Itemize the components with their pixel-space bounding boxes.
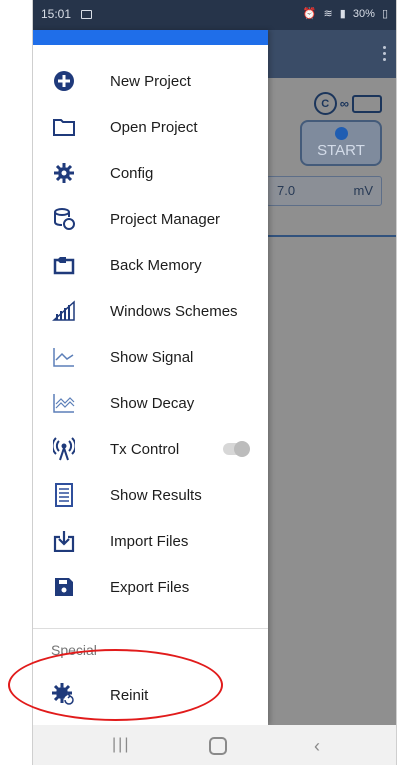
menu-item-back-memory[interactable]: Back Memory — [33, 242, 268, 288]
menu-item-open-project[interactable]: Open Project — [33, 104, 268, 150]
image-notification-icon — [81, 10, 92, 19]
voltage-unit: mV — [353, 183, 374, 198]
status-logos: C ∞ — [313, 92, 382, 115]
menu-divider — [33, 628, 268, 629]
menu-label-project-manager: Project Manager — [110, 210, 221, 228]
status-time: 15:01 — [41, 7, 72, 21]
menu-label-windows-schemes: Windows Schemes — [110, 302, 238, 320]
menu-item-show-decay[interactable]: Show Decay — [33, 380, 268, 426]
start-label: START — [317, 142, 365, 159]
menu-label-show-decay: Show Decay — [110, 394, 195, 412]
menu-item-tx-control[interactable]: Tx Control — [33, 426, 268, 472]
menu-label-import-files: Import Files — [110, 532, 189, 550]
database-icon — [51, 206, 77, 232]
signal-bars-icon — [51, 298, 77, 324]
save-icon — [51, 574, 77, 600]
decay-chart-icon — [51, 390, 77, 416]
menu-label-back-memory: Back Memory — [110, 256, 202, 274]
menu-label-reinit: Reinit — [110, 686, 149, 704]
home-icon[interactable] — [209, 737, 227, 755]
battery-icon: ▯ — [381, 8, 388, 20]
reinit-gear-icon — [51, 682, 77, 708]
menu-label-export-files: Export Files — [110, 578, 190, 596]
system-nav-bar: ||| ‹ — [33, 725, 396, 765]
menu-item-config[interactable]: Config — [33, 150, 268, 196]
recent-apps-icon[interactable]: ||| — [112, 736, 130, 754]
menu-label-config: Config — [110, 164, 154, 182]
play-icon — [334, 127, 348, 140]
copyright-logo-icon: C — [313, 92, 337, 115]
battery-status-icon — [352, 94, 382, 113]
import-icon — [51, 528, 77, 554]
link-icon: ∞ — [339, 96, 349, 111]
content-divider — [268, 235, 396, 237]
toggle-knob — [234, 441, 250, 457]
menu-label-open-project: Open Project — [110, 118, 198, 136]
start-button[interactable]: START — [300, 120, 382, 166]
menu-item-show-results[interactable]: Show Results — [33, 472, 268, 518]
menu-label-new-project: New Project — [110, 72, 191, 90]
back-icon[interactable]: ‹ — [314, 736, 320, 757]
back-memory-icon — [51, 252, 77, 278]
menu-label-show-results: Show Results — [110, 486, 202, 504]
status-right: ⏰ ≋ ▮ 30% ▯ — [299, 7, 388, 20]
menu-item-import-files[interactable]: Import Files — [33, 518, 268, 564]
section-title-special: Special — [51, 642, 97, 658]
battery-percent: 30% — [352, 8, 375, 20]
menu-label-show-signal: Show Signal — [110, 348, 194, 366]
menu-item-show-signal[interactable]: Show Signal — [33, 334, 268, 380]
menu-item-reinit[interactable]: Reinit — [33, 672, 268, 718]
menu-item-export-files[interactable]: Export Files — [33, 564, 268, 610]
voltage-value: 7.0 — [277, 183, 296, 198]
signal-chart-icon — [51, 344, 77, 370]
overflow-menu-icon[interactable] — [383, 46, 386, 64]
plus-circle-icon — [51, 68, 77, 94]
navigation-drawer: New Project Open Project Config Project … — [33, 30, 268, 725]
menu-item-new-project[interactable]: New Project — [33, 58, 268, 104]
voltage-field[interactable]: 7.0 mV — [266, 176, 382, 206]
drawer-header — [33, 30, 268, 45]
wifi-icon: ≋ — [323, 8, 333, 20]
folder-icon — [51, 114, 77, 140]
tx-control-toggle[interactable] — [223, 441, 250, 457]
menu-item-windows-schemes[interactable]: Windows Schemes — [33, 288, 268, 334]
menu-label-tx-control: Tx Control — [110, 440, 180, 458]
main-content: C ∞ START 7.0 mV — [266, 84, 396, 237]
status-bar: 15:01 ⏰ ≋ ▮ 30% ▯ — [33, 0, 396, 30]
signal-icon: ▮ — [339, 8, 346, 20]
menu-item-project-manager[interactable]: Project Manager — [33, 196, 268, 242]
gear-icon — [51, 160, 77, 186]
phone-screen: 15:01 ⏰ ≋ ▮ 30% ▯ C ∞ START 7.0 mV New P… — [32, 0, 397, 765]
antenna-icon — [51, 436, 77, 462]
results-list-icon — [51, 482, 77, 508]
alarm-icon: ⏰ — [302, 8, 317, 20]
